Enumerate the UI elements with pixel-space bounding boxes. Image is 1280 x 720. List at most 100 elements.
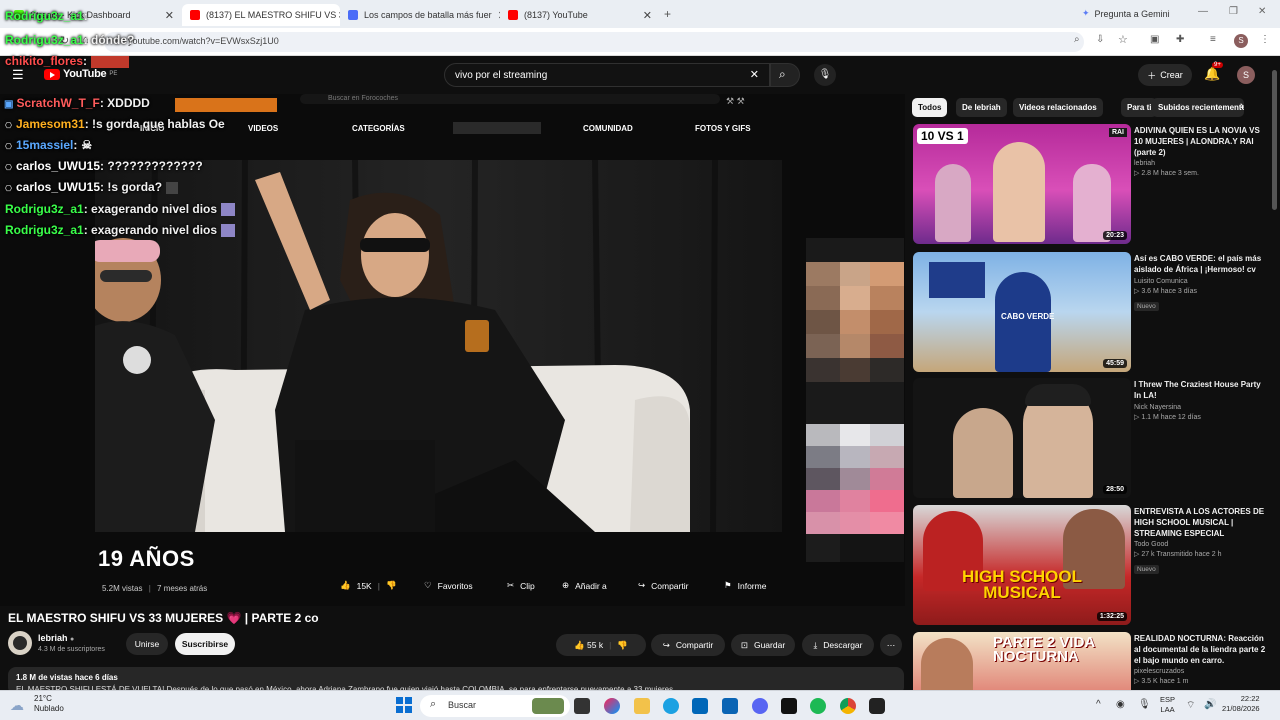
minimize-window-button[interactable]: —: [1198, 6, 1208, 17]
gemini-label: Pregunta a Gemini: [1094, 8, 1170, 19]
chip-recent[interactable]: Subidos recientemente: [1152, 98, 1244, 117]
puzzle-icon[interactable]: ✚: [1176, 34, 1184, 45]
thumbnail-logo: RAI: [1108, 128, 1127, 137]
file-explorer-icon[interactable]: [634, 698, 650, 714]
gemini-button[interactable]: ✦ Pregunta a Gemini: [1082, 8, 1170, 19]
more-actions-button[interactable]: ⋯: [880, 634, 902, 656]
account-avatar[interactable]: S: [1237, 66, 1255, 84]
thumbs-down-icon[interactable]: 👎: [386, 580, 397, 591]
related-video-info: Así es CABO VERDE: el país más aislado d…: [1134, 254, 1266, 313]
channel-avatar[interactable]: [8, 631, 32, 655]
overlay-favorites-button[interactable]: ♡ Favoritos: [424, 580, 473, 591]
overlay-report-button[interactable]: ⚑ Informe: [724, 580, 766, 591]
store-icon[interactable]: [692, 698, 708, 714]
overlay-like-button[interactable]: 👍 15K | 👎: [340, 580, 397, 591]
download-button[interactable]: ⤓ Descargar: [802, 634, 874, 656]
new-tab-button[interactable]: +: [664, 7, 671, 21]
clock[interactable]: 22:22 21/08/2026: [1222, 694, 1260, 714]
save-button[interactable]: ⊡ Guardar: [731, 634, 795, 656]
install-icon[interactable]: ⇩: [1096, 34, 1104, 45]
clock-time: 22:22: [1240, 694, 1260, 703]
share-button[interactable]: ↪ Compartir: [651, 634, 725, 656]
tray-overflow-icon[interactable]: ^: [1096, 699, 1101, 710]
overlay-add-button[interactable]: ⊕ Añadir a: [562, 580, 607, 591]
taskbar-search[interactable]: ⌕ Buscar: [420, 695, 570, 717]
obs-icon[interactable]: [869, 698, 885, 714]
spotify-icon[interactable]: [810, 698, 826, 714]
join-button[interactable]: Unirse: [126, 633, 168, 655]
chat-bullet-icon: ⎔: [5, 142, 12, 151]
page-scrollbar[interactable]: [1272, 70, 1277, 210]
video-thumbnail[interactable]: 10 VS 1 RAI 20:23: [913, 124, 1131, 244]
bookmark-star-icon[interactable]: ☆: [1118, 33, 1128, 46]
terminal-icon[interactable]: [781, 698, 797, 714]
clear-search-icon[interactable]: ✕: [750, 68, 759, 81]
related-video-item[interactable]: PARTE 2 VIDA NOCTURNA REALIDAD NOCTURNA:…: [913, 632, 1268, 690]
channel-name-link[interactable]: lebriah ●: [38, 633, 74, 643]
tab-youtube-home[interactable]: (8137) YouTube ✕: [500, 4, 660, 26]
chat-bullet-icon: ⎔: [5, 184, 12, 193]
windows-start-icon[interactable]: [396, 697, 412, 713]
edge-icon[interactable]: [663, 698, 679, 714]
discord-icon[interactable]: [752, 698, 768, 714]
chip-from-channel[interactable]: De lebriah: [956, 98, 1007, 117]
create-button[interactable]: ＋ Crear: [1138, 64, 1192, 86]
search-input[interactable]: vivo por el streaming ✕: [444, 63, 770, 87]
search-value: vivo por el streaming: [455, 70, 548, 81]
video-thumbnail[interactable]: 28:50: [913, 378, 1131, 498]
dislike-button[interactable]: 👎: [617, 640, 628, 651]
more-menu-icon[interactable]: ⋮: [1260, 34, 1270, 45]
notifications-button[interactable]: 🔔 9+: [1204, 62, 1223, 82]
video-duration: 20:23: [1103, 231, 1127, 240]
close-tab-icon[interactable]: ✕: [643, 9, 652, 22]
weather-temp: 21°C: [34, 694, 52, 703]
overlay-favorites-label: Favoritos: [437, 580, 473, 591]
related-video-item[interactable]: 28:50 I Threw The Craziest House Party I…: [913, 378, 1268, 498]
chevron-right-icon[interactable]: ›: [1240, 100, 1244, 112]
search-icon: ⌕: [779, 67, 786, 81]
chip-label: Subidos recientemente: [1158, 103, 1244, 112]
chip-all[interactable]: Todos: [912, 98, 948, 117]
video-thumbnail[interactable]: CABO VERDE 45:59: [913, 252, 1131, 372]
subscribe-button[interactable]: Suscribirse: [175, 633, 235, 655]
overlay-share-button[interactable]: ↪ Compartir: [638, 580, 688, 591]
copilot-icon[interactable]: [604, 698, 620, 714]
voice-search-button[interactable]: 🎙: [814, 64, 836, 86]
profile-avatar[interactable]: S: [1234, 34, 1248, 48]
related-video-item[interactable]: CABO VERDE 45:59 Así es CABO VERDE: el p…: [913, 252, 1268, 372]
overlay-clip-button[interactable]: ✂ Clip: [507, 580, 535, 591]
plus-circle-icon: ⊕: [562, 580, 570, 590]
tab-campos-batalla[interactable]: Los campos de batalla más fuer ✕: [340, 4, 500, 26]
chat-emote-image: [221, 224, 236, 238]
outlook-icon[interactable]: [722, 698, 738, 714]
chat-emote-image: [221, 203, 236, 217]
video-thumbnail[interactable]: HIGH SCHOOL MUSICAL 1:32:25: [913, 505, 1131, 625]
tray-app-icon[interactable]: ◉: [1116, 699, 1125, 710]
language-indicator[interactable]: ESP LAA: [1160, 695, 1175, 715]
volume-icon[interactable]: 🔊: [1204, 699, 1216, 710]
close-window-button[interactable]: ✕: [1258, 6, 1266, 17]
extension-icon[interactable]: ▣: [1150, 34, 1159, 45]
search-button[interactable]: ⌕: [770, 63, 800, 87]
task-view-icon[interactable]: [574, 698, 590, 714]
microphone-icon: 🎙: [818, 69, 832, 80]
clock-date: 21/08/2026: [1222, 704, 1260, 714]
weather-widget[interactable]: 21°C Nublado: [34, 694, 64, 714]
microphone-tray-icon[interactable]: 🎙: [1138, 699, 1151, 710]
related-video-info: REALIDAD NOCTURNA: Reacción al documenta…: [1134, 634, 1266, 685]
chat-text: : ?????????????: [100, 159, 203, 173]
chat-message: Rodrigu3z_a1: exagerando nivel dios: [5, 223, 236, 238]
zoom-icon[interactable]: ⌕: [1074, 34, 1080, 45]
reading-list-icon[interactable]: ≡: [1210, 34, 1216, 45]
chat-message: Rodrigu3z_a1:: [5, 9, 88, 23]
maximize-window-button[interactable]: ❐: [1229, 6, 1238, 17]
chip-related[interactable]: Videos relacionados: [1013, 98, 1103, 117]
chrome-icon[interactable]: [840, 698, 856, 714]
related-video-item[interactable]: 10 VS 1 RAI 20:23 ADIVINA QUIEN ES LA NO…: [913, 124, 1268, 244]
search-highlight-image: [532, 698, 564, 714]
related-video-item[interactable]: HIGH SCHOOL MUSICAL 1:32:25 ENTREVISTA A…: [913, 505, 1268, 625]
related-video-channel: Todo Good: [1134, 541, 1169, 549]
network-icon[interactable]: ⌔: [1186, 699, 1195, 712]
like-button[interactable]: 👍 55 k: [574, 640, 603, 651]
video-thumbnail[interactable]: PARTE 2 VIDA NOCTURNA: [913, 632, 1131, 690]
